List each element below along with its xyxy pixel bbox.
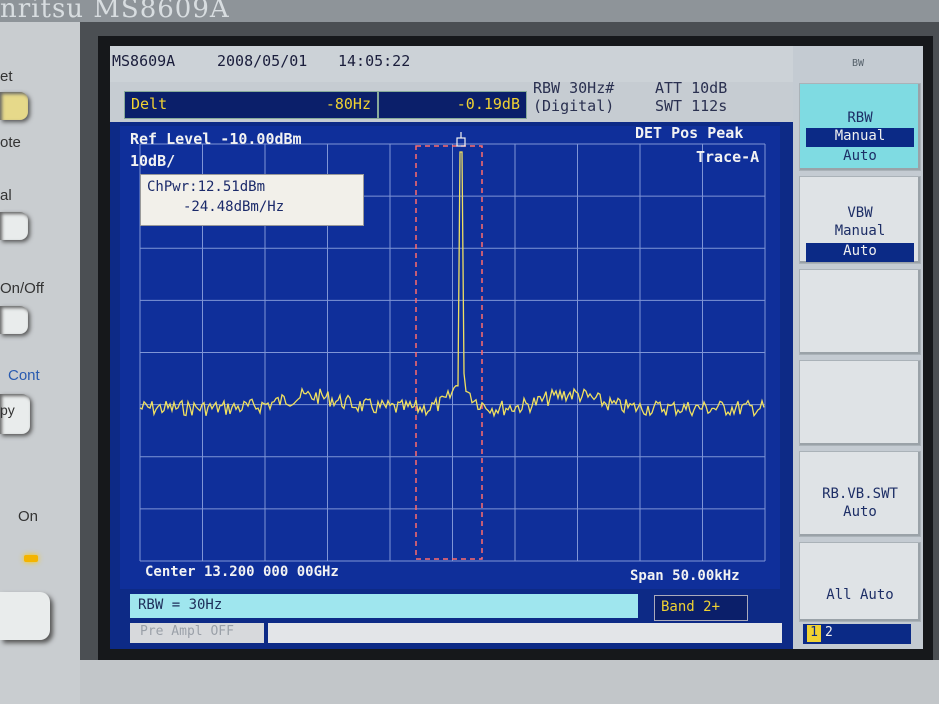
page-1: 1: [807, 625, 821, 642]
marker-delta-box: Delt -80Hz: [124, 91, 378, 119]
hw-label-note: ote: [0, 134, 21, 151]
page-2: 2: [825, 625, 833, 640]
preamp-indicator: Pre Ampl OFF: [130, 623, 264, 643]
menu-title: BW: [851, 58, 865, 69]
page-indicator[interactable]: 1 2: [803, 624, 911, 644]
softkey-vbw-auto: Auto: [806, 243, 914, 262]
brand-label: nritsu MS8609A: [0, 0, 230, 24]
trace-label: Trace-A: [696, 148, 760, 166]
instrument-top-bezel: nritsu MS8609A: [0, 0, 939, 24]
swt-setting: SWT 112s: [655, 97, 728, 115]
span-freq: Span 50.00kHz: [630, 568, 740, 584]
rbw-setting: RBW 30Hz#: [533, 79, 615, 97]
marker-delta-level: -0.19dB: [456, 95, 520, 113]
softkey-rbw-manual: Manual: [806, 128, 914, 147]
left-hardware-panel: et ote al On/Off Cont py On: [0, 22, 80, 704]
att-setting: ATT 10dB: [655, 79, 728, 97]
softkey-blank-3[interactable]: [799, 269, 921, 355]
header-bar: MS8609A 2008/05/01 14:05:22: [110, 46, 793, 82]
hw-label-copy: py: [0, 402, 15, 418]
softkey-rbw[interactable]: RBW Manual Auto: [799, 83, 921, 171]
hw-key-2[interactable]: [0, 212, 28, 240]
hw-label-onoff: On/Off: [0, 280, 44, 297]
band-indicator: Band 2+: [654, 595, 748, 621]
status-message-bar: RBW = 30Hz: [130, 594, 638, 618]
band-label: Band 2+: [661, 599, 721, 615]
softkey-vbw[interactable]: VBW Manual Auto: [799, 176, 921, 264]
ref-level: Ref Level -10.00dBm: [130, 130, 302, 148]
hw-label-cont: Cont: [8, 367, 40, 384]
status-message: RBW = 30Hz: [138, 597, 223, 613]
hw-key-1[interactable]: [0, 92, 28, 120]
preamp-label: Pre Ampl OFF: [140, 624, 234, 639]
hw-key-large[interactable]: [0, 592, 50, 640]
marker-mode-label: Delt: [131, 95, 168, 113]
model-name: MS8609A: [112, 52, 176, 70]
time-display: 14:05:22: [338, 52, 411, 70]
channel-power-density: -24.48dBm/Hz: [183, 199, 285, 215]
hw-key-copy[interactable]: py: [0, 394, 30, 434]
channel-power-readout: ChPwr:12.51dBm -24.48dBm/Hz: [140, 174, 364, 226]
hw-label-on: On: [18, 508, 39, 525]
bottom-bezel: [80, 660, 939, 704]
softkey-rbw-title: RBW: [847, 110, 873, 126]
analyzer-screen: MS8609A 2008/05/01 14:05:22 Delt -80Hz -…: [110, 46, 923, 649]
softkey-column: BW RBW Manual Auto VBW Manual Auto RB.VB…: [793, 46, 923, 649]
power-led: [24, 555, 38, 562]
rbw-mode: (Digital): [533, 97, 615, 115]
softkey-rbw-auto: Auto: [843, 148, 877, 164]
hw-key-onoff[interactable]: [0, 306, 28, 334]
marker-delta-level-box: -0.19dB: [378, 91, 527, 119]
softkey-vbw-title: VBW: [847, 205, 873, 221]
center-freq: Center 13.200 000 00GHz: [145, 564, 339, 580]
hw-label-al: al: [0, 187, 12, 204]
date-display: 2008/05/01: [217, 52, 308, 70]
softkey-rbvbswt-title: RB.VB.SWT: [822, 486, 898, 502]
scale-div: 10dB/: [130, 152, 176, 170]
softkey-all-auto-title: All Auto: [826, 587, 894, 603]
channel-power-value: ChPwr:12.51dBm: [147, 179, 266, 195]
softkey-blank-4[interactable]: [799, 360, 921, 446]
detector-mode: DET Pos Peak: [635, 124, 744, 142]
hw-label-set: et: [0, 68, 13, 85]
softkey-rbvbswt-auto: Auto: [843, 504, 877, 520]
status-blank: [268, 623, 782, 643]
softkey-vbw-manual: Manual: [834, 223, 886, 239]
softkey-rbvbswt[interactable]: RB.VB.SWT Auto: [799, 451, 921, 537]
softkey-all-auto[interactable]: All Auto: [799, 542, 921, 622]
marker-delta-freq: -80Hz: [325, 95, 371, 113]
